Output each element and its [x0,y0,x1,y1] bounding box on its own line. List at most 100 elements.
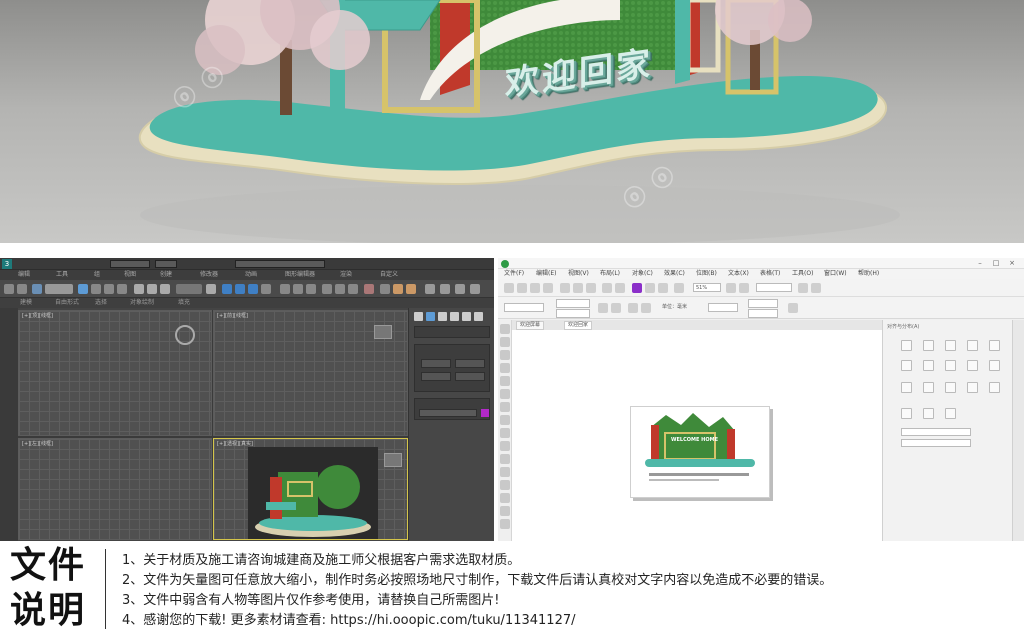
distribute-left-icon[interactable] [923,360,934,371]
polygon-tool-icon[interactable] [500,428,510,438]
tab-selection[interactable]: 选择 [95,299,107,307]
page-height-input[interactable] [556,309,590,318]
publish-pdf-icon[interactable] [674,283,684,293]
freehand-tool-icon[interactable] [500,376,510,386]
align-to-page-icon[interactable] [923,408,934,419]
material-editor-icon[interactable] [364,284,374,294]
menu-file[interactable]: 文件(F) [504,270,524,278]
align-bottom-icon[interactable] [901,360,912,371]
link-icon[interactable] [32,284,42,294]
document-page[interactable]: WELCOME HOME [630,406,770,498]
align-left-icon[interactable] [901,340,912,351]
options-icon[interactable] [798,283,808,293]
distribute-right-icon[interactable] [967,360,978,371]
paper-type-dropdown[interactable] [504,303,544,312]
save-icon[interactable] [530,283,540,293]
zoom-tool-icon[interactable] [500,363,510,373]
tab-welcome-screen[interactable]: 欢迎屏幕 [516,321,545,330]
align-top-icon[interactable] [967,340,978,351]
align-to-grid-icon[interactable] [945,408,956,419]
copy-icon[interactable] [573,283,583,293]
menu-bitmaps[interactable]: 位图(B) [696,270,717,278]
menu-graph-editors[interactable]: 图形编辑器 [285,271,315,279]
ellipse-tool-icon[interactable] [500,415,510,425]
render-setup-icon[interactable] [380,284,390,294]
render-icon[interactable] [406,284,416,294]
viewcube-icon[interactable] [374,325,392,339]
page-width-input[interactable] [556,299,590,308]
align-middle-icon[interactable] [989,340,1000,351]
extra-tool-icon[interactable] [455,284,465,294]
menu-tools[interactable]: 工具 [56,271,68,279]
distribute-bottom-icon[interactable] [945,382,956,393]
menu-edit[interactable]: 编辑(E) [536,270,556,278]
angle-snap-icon[interactable] [235,284,245,294]
window-crossing-icon[interactable] [117,284,127,294]
schematic-view-icon[interactable] [348,284,358,294]
percent-snap-icon[interactable] [248,284,258,294]
menu-group[interactable]: 组 [94,271,100,279]
current-page-icon[interactable] [641,303,651,313]
align-center-icon[interactable] [923,340,934,351]
docker-tab-strip[interactable] [1012,320,1024,541]
menu-rendering[interactable]: 渲染 [340,271,352,279]
tab-object-paint[interactable]: 对象绘制 [130,299,154,307]
category-dropdown[interactable] [414,326,490,338]
distribute-center-icon[interactable] [945,360,956,371]
menu-window[interactable]: 窗口(W) [824,270,847,278]
position-y-input[interactable] [901,439,971,447]
menu-layout[interactable]: 布局(L) [600,270,620,278]
viewport-front[interactable]: [+][前][线框] [213,310,408,436]
search-input[interactable] [235,260,325,268]
position-x-input[interactable] [901,428,971,436]
workspace-dropdown[interactable] [155,260,177,268]
shape-tool-icon[interactable] [500,337,510,347]
extra-tool-icon[interactable] [440,284,450,294]
menu-object[interactable]: 对象(C) [632,270,653,278]
snap-toggle-icon[interactable] [222,284,232,294]
menu-table[interactable]: 表格(T) [760,270,780,278]
import-icon[interactable] [645,283,655,293]
named-selection-icon[interactable] [280,284,290,294]
workspace-field[interactable] [110,260,150,268]
menu-help[interactable]: 帮助(H) [858,270,879,278]
menu-customize[interactable]: 自定义 [380,271,398,279]
application-launcher-icon[interactable] [811,283,821,293]
redo-icon[interactable] [17,284,27,294]
menu-effects[interactable]: 效果(C) [664,270,685,278]
menu-create[interactable]: 创建 [160,271,172,279]
reference-coordinate-dropdown[interactable] [176,284,202,294]
scale-icon[interactable] [160,284,170,294]
layer-icon[interactable] [322,284,332,294]
tab-freeform[interactable]: 自由形式 [55,299,79,307]
modify-tab-icon[interactable] [426,312,435,321]
snap-to-dropdown[interactable] [756,283,792,292]
export-icon[interactable] [658,283,668,293]
distribute-vcenter-icon[interactable] [923,382,934,393]
landscape-icon[interactable] [611,303,621,313]
undo-icon[interactable] [602,283,612,293]
hierarchy-tab-icon[interactable] [438,312,447,321]
viewport-top[interactable]: [+][顶][线框] [18,310,212,436]
tab-modeling[interactable]: 建模 [20,299,32,307]
extra-tool-icon[interactable] [470,284,480,294]
viewcube-icon[interactable] [384,453,402,467]
duplicate-y-input[interactable] [748,309,778,318]
region-select-icon[interactable] [104,284,114,294]
align-to-active-icon[interactable] [901,408,912,419]
menu-tools[interactable]: 工具(O) [792,270,813,278]
extra-tool-icon[interactable] [425,284,435,294]
object-type-button[interactable] [455,359,485,368]
distribute-page-icon[interactable] [989,382,1000,393]
print-icon[interactable] [543,283,553,293]
redo-icon[interactable] [615,283,625,293]
select-by-name-icon[interactable] [91,284,101,294]
all-pages-icon[interactable] [628,303,638,313]
open-icon[interactable] [517,283,527,293]
maximize-icon[interactable]: □ [990,259,1002,268]
align-icon[interactable] [306,284,316,294]
drop-shadow-icon[interactable] [500,480,510,490]
crop-tool-icon[interactable] [500,350,510,360]
undo-icon[interactable] [4,284,14,294]
object-type-button[interactable] [421,359,451,368]
